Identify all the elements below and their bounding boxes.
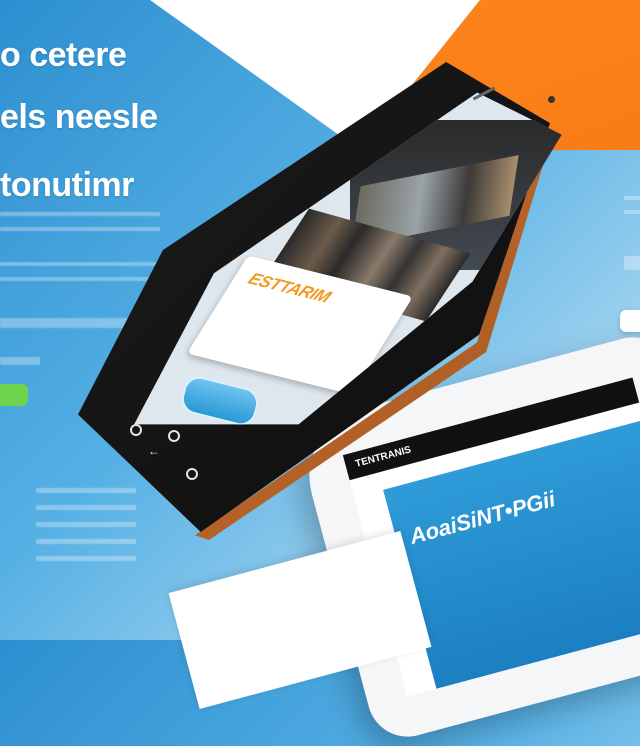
main-phone: ESTTARIM ← <box>0 0 640 640</box>
menu-key[interactable] <box>186 468 198 480</box>
phone-camera <box>548 96 555 103</box>
recent-apps-key[interactable] <box>130 424 142 436</box>
screen-action-button[interactable] <box>178 373 262 425</box>
home-key[interactable] <box>168 430 180 442</box>
back-key-icon[interactable]: ← <box>148 444 160 458</box>
